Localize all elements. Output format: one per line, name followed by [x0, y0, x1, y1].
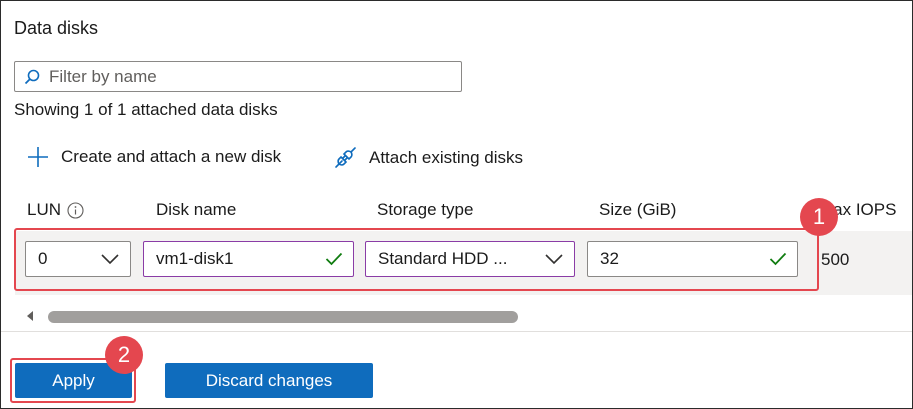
horizontal-scrollbar-thumb[interactable]	[48, 311, 518, 323]
showing-count: Showing 1 of 1 attached data disks	[14, 100, 278, 119]
column-header-disk-name: Disk name	[156, 200, 237, 219]
filter-box[interactable]	[14, 61, 462, 92]
column-header-lun: LUN	[27, 200, 84, 220]
callout-badge-2: 2	[105, 336, 143, 374]
attach-existing-disks-button[interactable]: Attach existing disks	[333, 146, 523, 170]
data-disks-panel: Data disks Showing 1 of 1 attached data …	[0, 0, 913, 409]
create-and-attach-disk-label: Create and attach a new disk	[61, 147, 282, 166]
column-header-storage-type: Storage type	[377, 200, 474, 219]
filter-input[interactable]	[47, 65, 431, 88]
plug-icon	[335, 147, 356, 168]
column-header-lun-label: LUN	[27, 200, 62, 219]
create-and-attach-disk-button[interactable]: Create and attach a new disk	[27, 146, 281, 168]
footer-divider	[1, 331, 912, 332]
plus-icon	[28, 147, 48, 167]
info-icon[interactable]	[67, 201, 84, 219]
section-title: Data disks	[14, 18, 99, 38]
callout-badge-1: 1	[800, 198, 838, 236]
discard-changes-button[interactable]: Discard changes	[165, 363, 373, 398]
attach-existing-disks-label: Attach existing disks	[369, 148, 524, 167]
row-highlight-callout	[14, 228, 819, 291]
scroll-left-arrow[interactable]	[27, 311, 33, 321]
max-iops-value: 500	[821, 250, 850, 269]
search-icon	[24, 69, 40, 84]
column-header-size: Size (GiB)	[599, 200, 677, 219]
